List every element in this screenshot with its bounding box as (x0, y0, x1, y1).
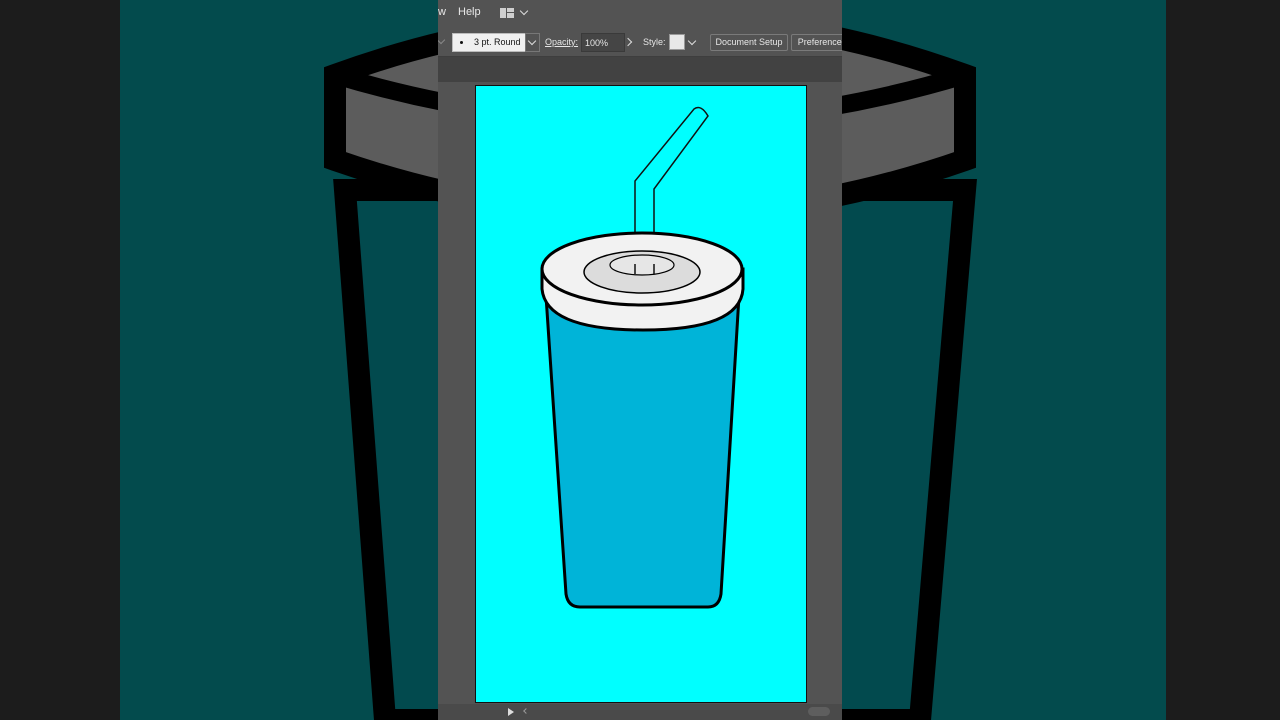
cup-body (544, 294, 741, 609)
scroll-left-icon[interactable] (523, 708, 529, 714)
menu-item-window-partial[interactable]: w (438, 6, 446, 18)
horizontal-scrollbar[interactable] (808, 707, 830, 716)
status-bar (438, 704, 842, 720)
tab-bar (438, 57, 842, 82)
stroke-profile-arrow[interactable] (525, 33, 540, 52)
workspace-switcher-icon[interactable] (500, 8, 514, 18)
stroke-profile-label: 3 pt. Round (474, 37, 521, 47)
stroke-profile-dropdown[interactable]: 3 pt. Round (452, 33, 526, 52)
play-icon[interactable] (508, 708, 514, 716)
opacity-value: 100% (585, 38, 609, 48)
control-bar: 3 pt. Round Opacity: 100% Style: Documen… (438, 28, 842, 57)
cup-lid-center (609, 254, 675, 276)
illustrator-window: w Help 3 pt. Round Opacity: 100% Style: … (438, 0, 842, 720)
menu-item-help[interactable]: Help (458, 6, 481, 18)
chevron-right-icon[interactable] (623, 37, 633, 47)
canvas-area[interactable] (438, 82, 842, 704)
chevron-down-icon[interactable] (519, 6, 529, 16)
style-label: Style: (643, 37, 666, 47)
chevron-down-icon[interactable] (438, 35, 446, 45)
chevron-down-icon[interactable] (687, 36, 697, 46)
chevron-down-icon (527, 36, 537, 46)
menu-bar: w Help (438, 0, 842, 26)
soda-cup-illustration (540, 106, 745, 609)
stroke-dot-icon (460, 41, 463, 44)
document-setup-button[interactable]: Document Setup (710, 34, 788, 51)
artboard[interactable] (475, 85, 807, 703)
graphic-style-swatch[interactable] (669, 34, 685, 50)
opacity-input[interactable]: 100% (581, 33, 625, 52)
preferences-button[interactable]: Preferences (791, 34, 842, 51)
opacity-label[interactable]: Opacity: (545, 37, 578, 47)
